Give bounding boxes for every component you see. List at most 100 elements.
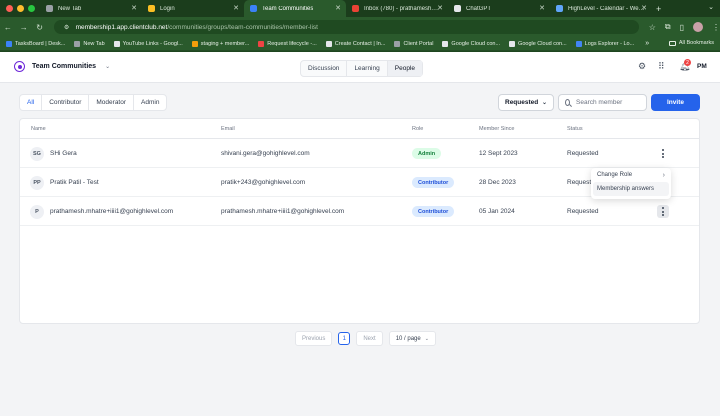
member-name: SHi Gera xyxy=(50,150,77,157)
bookmark-item[interactable]: New Tab xyxy=(74,40,105,47)
column-role: Role xyxy=(412,126,424,132)
side-panel-icon[interactable]: ▯ xyxy=(680,23,684,32)
new-tab-icon[interactable]: + xyxy=(656,4,661,14)
search-icon xyxy=(565,99,570,106)
window-controls xyxy=(0,5,40,12)
menu-item-change-role[interactable]: Change Role › xyxy=(591,168,671,182)
browser-tab-highlevel-calendar[interactable]: HighLevel - Calendar - Week... ✕ xyxy=(550,0,652,17)
close-tab-icon[interactable]: ✕ xyxy=(131,4,137,12)
bookmark-item[interactable]: Request lifecycle -... xyxy=(258,40,317,47)
role-badge: Contributor xyxy=(412,206,455,217)
browser-tab-login[interactable]: Login ✕ xyxy=(142,0,244,17)
tab-learning[interactable]: Learning xyxy=(346,61,386,76)
row-actions-button[interactable] xyxy=(657,205,669,218)
chevron-right-icon: › xyxy=(662,171,665,179)
next-page-button[interactable]: Next xyxy=(356,331,383,346)
close-tab-icon[interactable]: ✕ xyxy=(233,4,239,12)
globe-icon xyxy=(394,40,401,47)
member-avatar: PP xyxy=(30,176,44,190)
chrome-icon xyxy=(46,5,53,12)
close-tab-icon[interactable]: ✕ xyxy=(437,4,443,12)
bookmark-item[interactable]: staging + member... xyxy=(191,40,249,47)
filter-all[interactable]: All xyxy=(20,95,41,110)
invite-button[interactable]: Invite xyxy=(651,94,700,111)
back-arrow-icon[interactable]: ← xyxy=(0,23,16,32)
all-bookmarks-button[interactable]: All Bookmarks xyxy=(668,40,714,46)
previous-page-button[interactable]: Previous xyxy=(295,331,333,346)
apps-grid-icon[interactable]: ⠿ xyxy=(658,62,665,71)
filter-moderator[interactable]: Moderator xyxy=(88,95,133,110)
role-badge: Admin xyxy=(412,148,442,159)
browser-tab-team-communities[interactable]: Team Communities ✕ xyxy=(244,0,346,17)
chevron-down-icon: ⌄ xyxy=(105,64,111,70)
status-filter-select[interactable]: Requested ⌄ xyxy=(498,94,554,111)
highlevel-icon xyxy=(556,5,563,12)
search-member-input[interactable] xyxy=(576,99,646,106)
profile-avatar[interactable] xyxy=(692,22,703,32)
google-cloud-icon xyxy=(509,40,516,47)
browser-tab-chatgpt[interactable]: ChatGPT ✕ xyxy=(448,0,550,17)
tab-people[interactable]: People xyxy=(386,61,422,76)
reload-icon[interactable]: ↻ xyxy=(32,23,48,32)
google-cloud-icon xyxy=(442,40,449,47)
browser-menu-icon[interactable]: ⋮ xyxy=(712,23,720,32)
tab-search-chevron-icon[interactable]: ⌄ xyxy=(708,3,714,11)
chrome-icon xyxy=(325,40,332,47)
community-nav-tabs: Discussion Learning People xyxy=(300,60,423,77)
app-header: Team Communities ⌄ Discussion Learning P… xyxy=(0,52,720,83)
bookmark-item[interactable]: TasksBoard | Desk... xyxy=(6,40,65,47)
address-bar[interactable]: ⚙ membership1.app.clientclub.net/communi… xyxy=(53,20,639,34)
column-status: Status xyxy=(567,126,583,132)
minimize-window-button[interactable] xyxy=(17,5,24,12)
member-since: 12 Sept 2023 xyxy=(479,150,518,157)
page: Team Communities ⌄ Discussion Learning P… xyxy=(0,52,720,416)
pagination: Previous 1 Next 10 / page ⌄ xyxy=(295,331,442,346)
role-badge: Contributor xyxy=(412,177,455,188)
user-avatar[interactable]: PM xyxy=(697,63,707,70)
role-filter-tabs: All Contributor Moderator Admin xyxy=(19,94,168,111)
browser-toolbar: ← → ↻ ⚙ membership1.app.clientclub.net/c… xyxy=(0,17,720,37)
member-status: Requested xyxy=(567,150,599,157)
chevron-down-icon: ⌄ xyxy=(424,335,429,342)
close-tab-icon[interactable]: ✕ xyxy=(539,4,545,12)
table-header: Name Email Role Member Since Status xyxy=(20,119,699,139)
filter-contributor[interactable]: Contributor xyxy=(41,95,88,110)
login-favicon-icon xyxy=(148,5,155,12)
community-switcher[interactable]: Team Communities ⌄ xyxy=(14,61,110,72)
filter-admin[interactable]: Admin xyxy=(133,95,166,110)
close-tab-icon[interactable]: ✕ xyxy=(335,4,341,12)
chevron-down-icon: ⌄ xyxy=(541,100,547,106)
search-member-field[interactable] xyxy=(558,94,647,111)
chrome-icon xyxy=(74,40,81,47)
close-window-button[interactable] xyxy=(6,5,13,12)
bookmark-star-icon[interactable]: ☆ xyxy=(649,23,656,32)
settings-gear-icon[interactable]: ⚙ xyxy=(638,62,646,71)
member-table: Name Email Role Member Since Status SG S… xyxy=(19,118,700,324)
bookmark-item[interactable]: Google Cloud con... xyxy=(442,40,500,47)
more-bookmarks-button[interactable]: » xyxy=(645,40,649,47)
menu-item-membership-answers[interactable]: Membership answers xyxy=(593,182,669,196)
bookmark-item[interactable]: Client Portal xyxy=(394,40,433,47)
page-number-button[interactable]: 1 xyxy=(338,332,351,345)
bookmark-item[interactable]: Google Cloud con... xyxy=(509,40,567,47)
bookmark-item[interactable]: Create Contact | In... xyxy=(325,40,385,47)
browser-tab-inbox[interactable]: Inbox (780) - prathamesh.mhatre... ✕ xyxy=(346,0,448,17)
page-size-select[interactable]: 10 / page ⌄ xyxy=(388,331,436,346)
tab-discussion[interactable]: Discussion xyxy=(301,61,346,76)
table-row: SG SHi Gera shivani.gera@gohighlevel.com… xyxy=(20,139,699,168)
extensions-icon[interactable]: ⧉ xyxy=(665,22,671,32)
bookmark-item[interactable]: YouTube Links - Googl... xyxy=(113,40,183,47)
forward-arrow-icon[interactable]: → xyxy=(16,23,32,32)
member-email: prathamesh.mhatre+iiii1@gohighlevel.com xyxy=(221,208,345,215)
logs-explorer-icon xyxy=(575,40,582,47)
maximize-window-button[interactable] xyxy=(28,5,35,12)
browser-tab-new-tab[interactable]: New Tab ✕ xyxy=(40,0,142,17)
row-actions-button[interactable] xyxy=(657,147,669,160)
close-tab-icon[interactable]: ✕ xyxy=(641,4,647,12)
row-actions-menu: Change Role › Membership answers xyxy=(591,168,671,199)
team-communities-favicon-icon xyxy=(250,5,257,12)
member-name: prathamesh.mhatre+iiii1@gohighlevel.com xyxy=(50,208,174,215)
google-icon xyxy=(113,40,120,47)
bookmark-item[interactable]: Logs Explorer - Lo... xyxy=(575,40,634,47)
site-settings-icon[interactable]: ⚙ xyxy=(62,24,72,31)
